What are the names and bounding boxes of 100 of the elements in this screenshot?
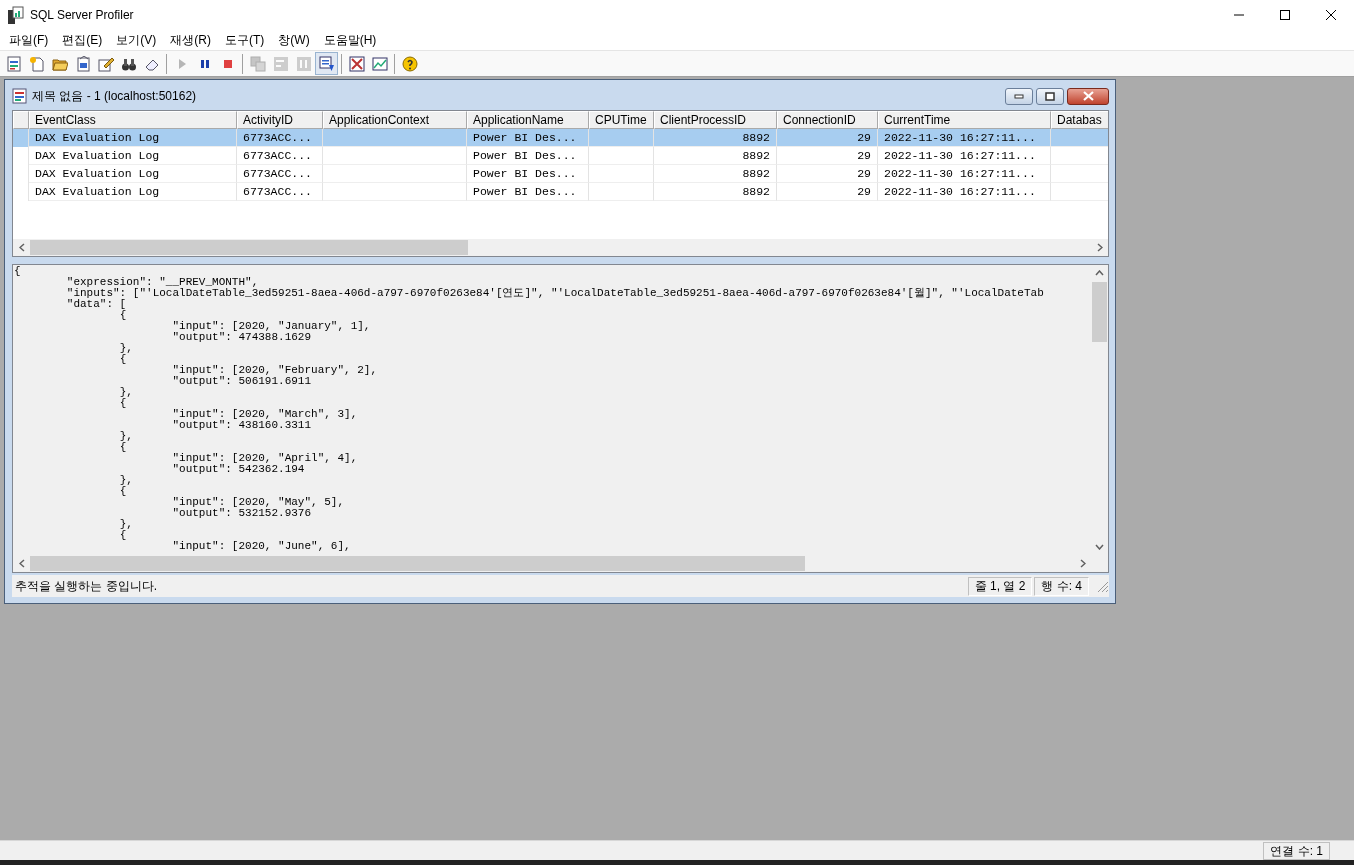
scroll-up-icon[interactable] bbox=[1095, 270, 1104, 277]
maximize-icon bbox=[1280, 10, 1290, 20]
list-arrow-icon bbox=[318, 55, 335, 72]
table-cell bbox=[589, 182, 654, 201]
table-cell: 29 bbox=[777, 182, 878, 201]
code-line: }, bbox=[118, 430, 134, 442]
resize-grip-icon[interactable] bbox=[1095, 579, 1109, 594]
cursor-position: 줄 1, 열 2 bbox=[967, 576, 1033, 596]
restore-icon bbox=[1045, 91, 1055, 101]
code-line: { bbox=[118, 485, 127, 497]
pages-icon bbox=[249, 55, 266, 72]
column-header[interactable]: CurrentTime bbox=[878, 110, 1051, 129]
menu-item[interactable]: 보기(V) bbox=[109, 31, 164, 49]
code-line: { bbox=[118, 529, 127, 541]
code-line: { bbox=[14, 265, 22, 277]
menu-item[interactable]: 도구(T) bbox=[218, 31, 272, 49]
table-cell: 8892 bbox=[654, 146, 777, 165]
columns-icon bbox=[295, 55, 312, 72]
code-line: "expression": "__PREV_MONTH", bbox=[65, 276, 259, 288]
menu-item[interactable]: 편집(E) bbox=[55, 31, 110, 49]
table-cell: Power BI Des... bbox=[467, 164, 589, 183]
table-cell: Power BI Des... bbox=[467, 182, 589, 201]
table-cell: 6773ACC... bbox=[237, 146, 323, 165]
code-line: }, bbox=[118, 474, 134, 486]
code-line: "inputs": ["'LocalDateTable_3ed59251-8aea-406d-a797-6970f0263e84'[연도]", "'LocalDateTable_3ed59251-8aea-406d-a797-6970f0263e84'[월]", "'LocalDateTab bbox=[65, 287, 1045, 299]
restore-button[interactable] bbox=[1036, 87, 1064, 105]
code-line: "input": [2020, "March", 3], bbox=[171, 408, 359, 420]
document-icon bbox=[5, 55, 22, 72]
table-cell: 29 bbox=[777, 146, 878, 165]
scroll-right-icon[interactable] bbox=[1096, 242, 1103, 252]
table-cell: 6773ACC... bbox=[237, 182, 323, 201]
bars-icon bbox=[272, 55, 289, 72]
code-line: "input": [2020, "April", 4], bbox=[171, 452, 359, 464]
line-chart-icon bbox=[371, 55, 388, 72]
close-icon bbox=[1082, 91, 1094, 102]
code-line: "data": [ bbox=[65, 298, 128, 310]
code-line: "input": [2020, "February", 2], bbox=[171, 364, 379, 376]
code-line: "input": [2020, "January", 1], bbox=[171, 320, 372, 332]
scrollbar-thumb[interactable] bbox=[1092, 281, 1107, 342]
table-cell: 2022-11-30 16:27:11... bbox=[878, 146, 1051, 165]
code-line: "input": [2020, "June", 6], bbox=[171, 540, 352, 552]
column-header[interactable]: CPUTime bbox=[589, 110, 654, 129]
code-line: { bbox=[118, 441, 127, 453]
scrollbar-thumb[interactable] bbox=[30, 556, 805, 572]
code-line: "output": 532152.9376 bbox=[171, 507, 312, 519]
column-header[interactable]: ClientProcessID bbox=[654, 110, 777, 129]
code-line: { bbox=[118, 353, 127, 365]
scrollbar-thumb[interactable] bbox=[30, 239, 468, 255]
minimize-icon bbox=[1014, 93, 1024, 100]
new-document-icon bbox=[28, 55, 45, 72]
table-cell: Power BI Des... bbox=[467, 146, 589, 165]
scroll-down-icon[interactable] bbox=[1095, 543, 1104, 550]
code-line: "input": [2020, "May", 5], bbox=[171, 496, 346, 508]
table-cell bbox=[589, 146, 654, 165]
row-count: 행 수: 4 bbox=[1034, 576, 1089, 596]
code-line: }, bbox=[118, 386, 134, 398]
app-icon bbox=[8, 6, 24, 24]
table-cell: 2022-11-30 16:27:11... bbox=[878, 182, 1051, 201]
column-header[interactable]: ConnectionID bbox=[777, 110, 878, 129]
help-icon bbox=[401, 55, 418, 72]
code-line: }, bbox=[118, 342, 134, 354]
code-line: "output": 474388.1629 bbox=[171, 331, 312, 343]
table-cell: DAX Evaluation Log bbox=[29, 182, 237, 201]
connection-count: 연결 수: 1 bbox=[1263, 841, 1330, 860]
menu-item[interactable]: 재생(R) bbox=[163, 31, 218, 49]
table-cell: DAX Evaluation Log bbox=[29, 164, 237, 183]
close-icon bbox=[1326, 10, 1336, 20]
scroll-right-icon[interactable] bbox=[1079, 559, 1086, 569]
scroll-left-icon[interactable] bbox=[18, 242, 25, 252]
table-cell: 8892 bbox=[654, 164, 777, 183]
table-cell bbox=[589, 164, 654, 183]
column-header[interactable]: ApplicationContext bbox=[323, 110, 467, 129]
column-header[interactable]: Databas bbox=[1051, 110, 1108, 129]
status-message: 추적을 실행하는 중입니다. bbox=[14, 578, 158, 596]
code-line: { bbox=[118, 397, 127, 409]
table-cell: DAX Evaluation Log bbox=[29, 146, 237, 165]
table-cell: 29 bbox=[777, 164, 878, 183]
column-header[interactable]: ApplicationName bbox=[467, 110, 589, 129]
code-line: "output": 542362.194 bbox=[171, 463, 305, 475]
trace-window-title: 제목 없음 - 1 (localhost:50162) bbox=[32, 88, 198, 106]
column-header[interactable]: ActivityID bbox=[237, 110, 323, 129]
code-line: }, bbox=[118, 518, 134, 530]
scroll-left-icon[interactable] bbox=[18, 559, 25, 569]
window-title: SQL Server Profiler bbox=[30, 7, 134, 24]
menu-item[interactable]: 파일(F) bbox=[2, 31, 56, 49]
code-line: { bbox=[118, 309, 128, 321]
header-corner[interactable] bbox=[13, 110, 29, 129]
horizontal-scrollbar[interactable] bbox=[13, 238, 1108, 256]
trace-icon bbox=[12, 88, 28, 105]
column-header[interactable]: EventClass bbox=[29, 110, 237, 129]
menu-item[interactable]: 창(W) bbox=[271, 31, 317, 49]
code-line: "output": 438160.3311 bbox=[171, 419, 312, 431]
toolbar-button[interactable] bbox=[315, 52, 338, 75]
menu-item[interactable]: 도움말(H) bbox=[316, 31, 384, 49]
minimize-button[interactable] bbox=[1005, 87, 1033, 105]
table-cell: 8892 bbox=[654, 182, 777, 201]
document-icon bbox=[74, 55, 91, 72]
code-line: "output": 506191.6911 bbox=[171, 375, 312, 387]
close-button[interactable] bbox=[1067, 87, 1109, 105]
edit-document-icon bbox=[97, 55, 114, 72]
